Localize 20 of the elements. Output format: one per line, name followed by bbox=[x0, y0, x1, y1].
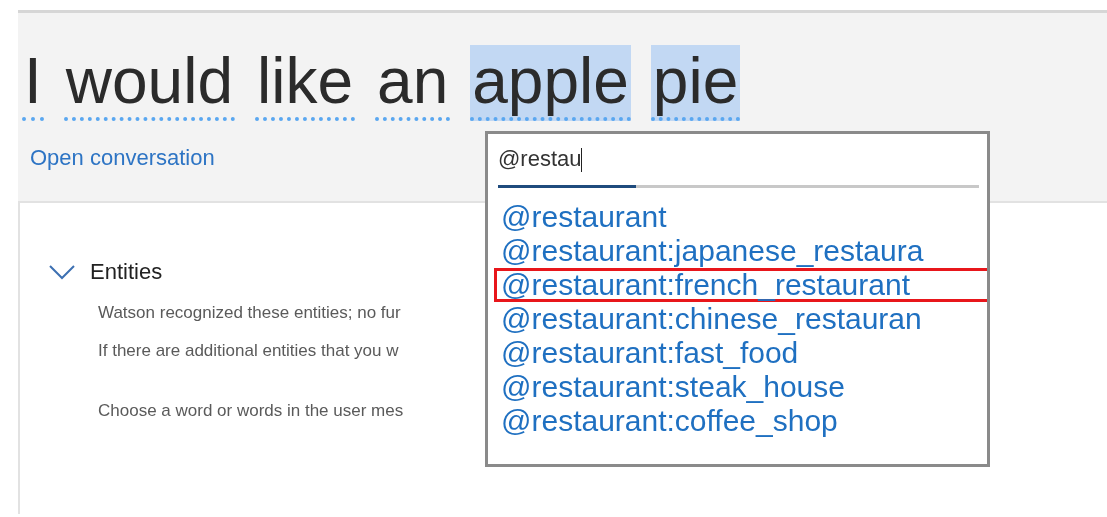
chevron-icon[interactable] bbox=[48, 264, 76, 280]
entity-option[interactable]: @restaurant:fast_food bbox=[494, 336, 979, 370]
utterance-word[interactable]: an bbox=[375, 45, 451, 121]
open-conversation-link[interactable]: Open conversation bbox=[30, 145, 215, 171]
entity-option[interactable]: @restaurant:coffee_shop bbox=[494, 404, 979, 438]
entity-option[interactable]: @restaurant:chinese_restauran bbox=[494, 302, 979, 336]
utterance-word[interactable]: pie bbox=[650, 45, 741, 121]
entity-option[interactable]: @restaurant bbox=[494, 200, 979, 234]
description-text: Choose a word or words in the user mes bbox=[98, 401, 404, 421]
description-text: Watson recognized these entities; no fur bbox=[98, 303, 401, 323]
entity-option[interactable]: @restaurant:steak_house bbox=[494, 370, 979, 404]
utterance-word[interactable]: would bbox=[63, 45, 235, 121]
search-field[interactable]: @restau bbox=[498, 144, 979, 188]
utterance-word[interactable]: apple bbox=[470, 45, 631, 121]
entity-option[interactable]: @restaurant:japanese_restaura bbox=[494, 234, 979, 268]
section-title: Entities bbox=[90, 259, 163, 285]
utterance-word[interactable]: I bbox=[22, 45, 44, 121]
entity-option[interactable]: @restaurant:french_restaurant bbox=[494, 268, 987, 302]
utterance-word[interactable]: like bbox=[255, 45, 356, 121]
description-text: If there are additional entities that you w bbox=[98, 341, 399, 361]
